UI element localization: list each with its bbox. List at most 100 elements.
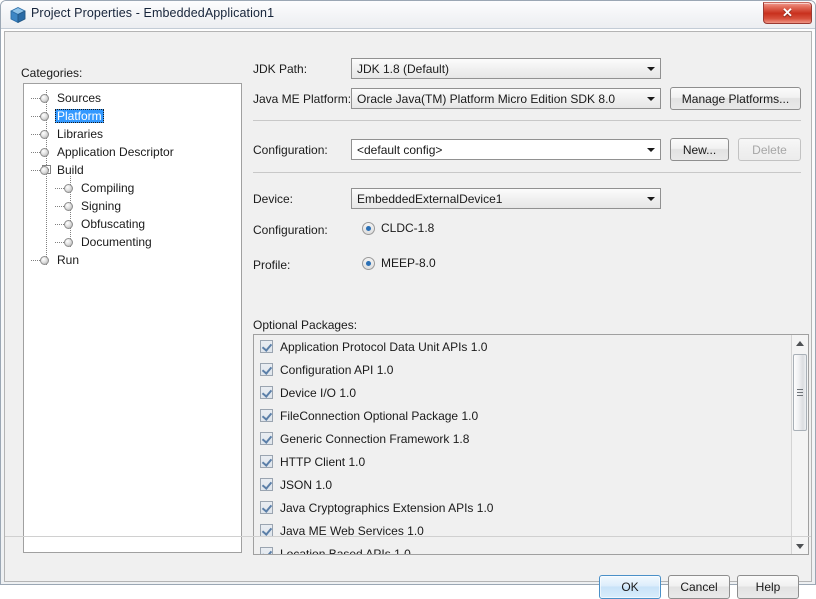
tree-item-platform[interactable]: Platform (24, 107, 104, 125)
categories-label: Categories: (21, 66, 83, 80)
manage-platforms-button[interactable]: Manage Platforms... (670, 87, 801, 110)
jdk-path-combo[interactable]: JDK 1.8 (Default) (351, 58, 661, 79)
tree-item-obfuscating[interactable]: Obfuscating (24, 215, 147, 233)
window-title: Project Properties - EmbeddedApplication… (31, 6, 275, 20)
tree-node-bullet-icon (64, 183, 73, 193)
tree-node-bullet-icon (40, 129, 49, 139)
tree-item-sources[interactable]: Sources (24, 89, 103, 107)
profile-label: Profile: (253, 258, 291, 272)
scroll-down-icon[interactable] (792, 538, 808, 554)
optional-package-item[interactable]: Device I/O 1.0 (254, 381, 788, 404)
checkbox-checked-icon[interactable] (260, 547, 273, 554)
tree-item-label: Run (57, 253, 80, 267)
tree-node-bullet-icon (64, 219, 73, 229)
optional-package-item[interactable]: Generic Connection Framework 1.8 (254, 427, 788, 450)
list-scrollbar[interactable] (791, 335, 808, 554)
tree-node-bullet-icon (40, 165, 49, 175)
checkbox-checked-icon[interactable] (260, 340, 273, 353)
tree-item-label: Signing (81, 199, 122, 213)
tree-node-bullet-icon (40, 147, 49, 157)
configuration-label: Configuration: (253, 143, 328, 157)
close-button[interactable]: ✕ (763, 2, 812, 24)
device-configuration-label: Configuration: (253, 223, 328, 237)
separator-2 (253, 172, 801, 173)
tree-item-libraries[interactable]: Libraries (24, 125, 105, 143)
delete-config-button: Delete (738, 138, 801, 161)
optional-packages-list[interactable]: Application Protocol Data Unit APIs 1.0 C… (253, 334, 809, 555)
checkbox-checked-icon[interactable] (260, 478, 273, 491)
separator-1 (253, 120, 801, 121)
cancel-button[interactable]: Cancel (668, 575, 730, 599)
tree-node-bullet-icon (40, 111, 49, 121)
device-value: EmbeddedExternalDevice1 (357, 191, 503, 206)
optional-package-label: Application Protocol Data Unit APIs 1.0 (280, 339, 488, 354)
jdk-path-label: JDK Path: (253, 62, 308, 76)
close-icon: ✕ (782, 5, 793, 20)
optional-package-label: Generic Connection Framework 1.8 (280, 431, 470, 446)
tree-item-label: Libraries (57, 127, 104, 141)
java-me-platform-label: Java ME Platform: (253, 92, 352, 106)
optional-package-label: HTTP Client 1.0 (280, 454, 366, 469)
tree-item-label: Documenting (81, 235, 152, 249)
optional-package-item[interactable]: JSON 1.0 (254, 473, 788, 496)
scrollbar-thumb[interactable] (793, 354, 807, 431)
java-me-platform-combo[interactable]: Oracle Java(TM) Platform Micro Edition S… (351, 88, 661, 109)
chevron-down-icon (642, 89, 660, 108)
button-bar-separator (5, 536, 811, 537)
optional-package-item[interactable]: Java ME Web Services 1.0 (254, 519, 788, 542)
optional-package-label: Java Cryptographics Extension APIs 1.0 (280, 500, 494, 515)
tree-node-bullet-icon (64, 237, 73, 247)
checkbox-checked-icon[interactable] (260, 363, 273, 376)
checkbox-checked-icon[interactable] (260, 386, 273, 399)
checkbox-checked-icon[interactable] (260, 455, 273, 468)
ok-button[interactable]: OK (599, 575, 661, 599)
tree-item-label: Compiling (81, 181, 135, 195)
tree-item-label: Application Descriptor (57, 145, 174, 159)
optional-package-item[interactable]: Java Cryptographics Extension APIs 1.0 (254, 496, 788, 519)
checkbox-checked-icon[interactable] (260, 501, 273, 514)
device-configuration-value: CLDC-1.8 (381, 221, 435, 235)
project-properties-dialog: Project Properties - EmbeddedApplication… (0, 0, 816, 599)
optional-package-item[interactable]: Location Based APIs 1.0 (254, 542, 788, 555)
tree-item-compiling[interactable]: Compiling (24, 179, 136, 197)
help-button[interactable]: Help (737, 575, 799, 599)
java-me-platform-value: Oracle Java(TM) Platform Micro Edition S… (357, 91, 616, 106)
device-label: Device: (253, 192, 294, 206)
tree-item-documenting[interactable]: Documenting (24, 233, 154, 251)
optional-package-label: FileConnection Optional Package 1.0 (280, 408, 479, 423)
jdk-path-value: JDK 1.8 (Default) (357, 61, 450, 76)
tree-item-build[interactable]: Build (24, 161, 86, 179)
optional-packages-label: Optional Packages: (253, 318, 358, 332)
tree-item-application-descriptor[interactable]: Application Descriptor (24, 143, 176, 161)
categories-tree[interactable]: Sources Platform Libraries Application Desc… (23, 83, 242, 553)
radio-selected-icon (362, 256, 375, 270)
chevron-down-icon (642, 189, 660, 208)
optional-package-item[interactable]: Application Protocol Data Unit APIs 1.0 (254, 335, 788, 358)
scroll-up-icon[interactable] (792, 335, 808, 351)
optional-package-item[interactable]: FileConnection Optional Package 1.0 (254, 404, 788, 427)
tree-item-label: Obfuscating (81, 217, 146, 231)
configuration-combo[interactable]: <default config> (351, 139, 661, 160)
profile-radio[interactable]: MEEP-8.0 (362, 256, 436, 270)
tree-item-run[interactable]: Run (24, 251, 81, 269)
optional-package-item[interactable]: Configuration API 1.0 (254, 358, 788, 381)
tree-item-label: Build (57, 163, 84, 177)
chevron-down-icon (642, 59, 660, 78)
checkbox-checked-icon[interactable] (260, 409, 273, 422)
profile-value: MEEP-8.0 (381, 256, 436, 270)
device-combo[interactable]: EmbeddedExternalDevice1 (351, 188, 661, 209)
chevron-down-icon (642, 140, 660, 159)
configuration-value: <default config> (357, 142, 443, 157)
tree-node-bullet-icon (40, 255, 49, 265)
radio-selected-icon (362, 221, 375, 235)
optional-packages-items: Application Protocol Data Unit APIs 1.0 C… (254, 335, 788, 555)
title-bar: Project Properties - EmbeddedApplication… (1, 1, 815, 29)
device-configuration-radio[interactable]: CLDC-1.8 (362, 221, 434, 235)
new-config-button[interactable]: New... (670, 138, 729, 161)
checkbox-checked-icon[interactable] (260, 432, 273, 445)
tree-item-label: Platform (55, 109, 104, 123)
optional-package-label: Location Based APIs 1.0 (280, 546, 411, 555)
optional-package-item[interactable]: HTTP Client 1.0 (254, 450, 788, 473)
optional-package-label: JSON 1.0 (280, 477, 333, 492)
tree-item-signing[interactable]: Signing (24, 197, 123, 215)
